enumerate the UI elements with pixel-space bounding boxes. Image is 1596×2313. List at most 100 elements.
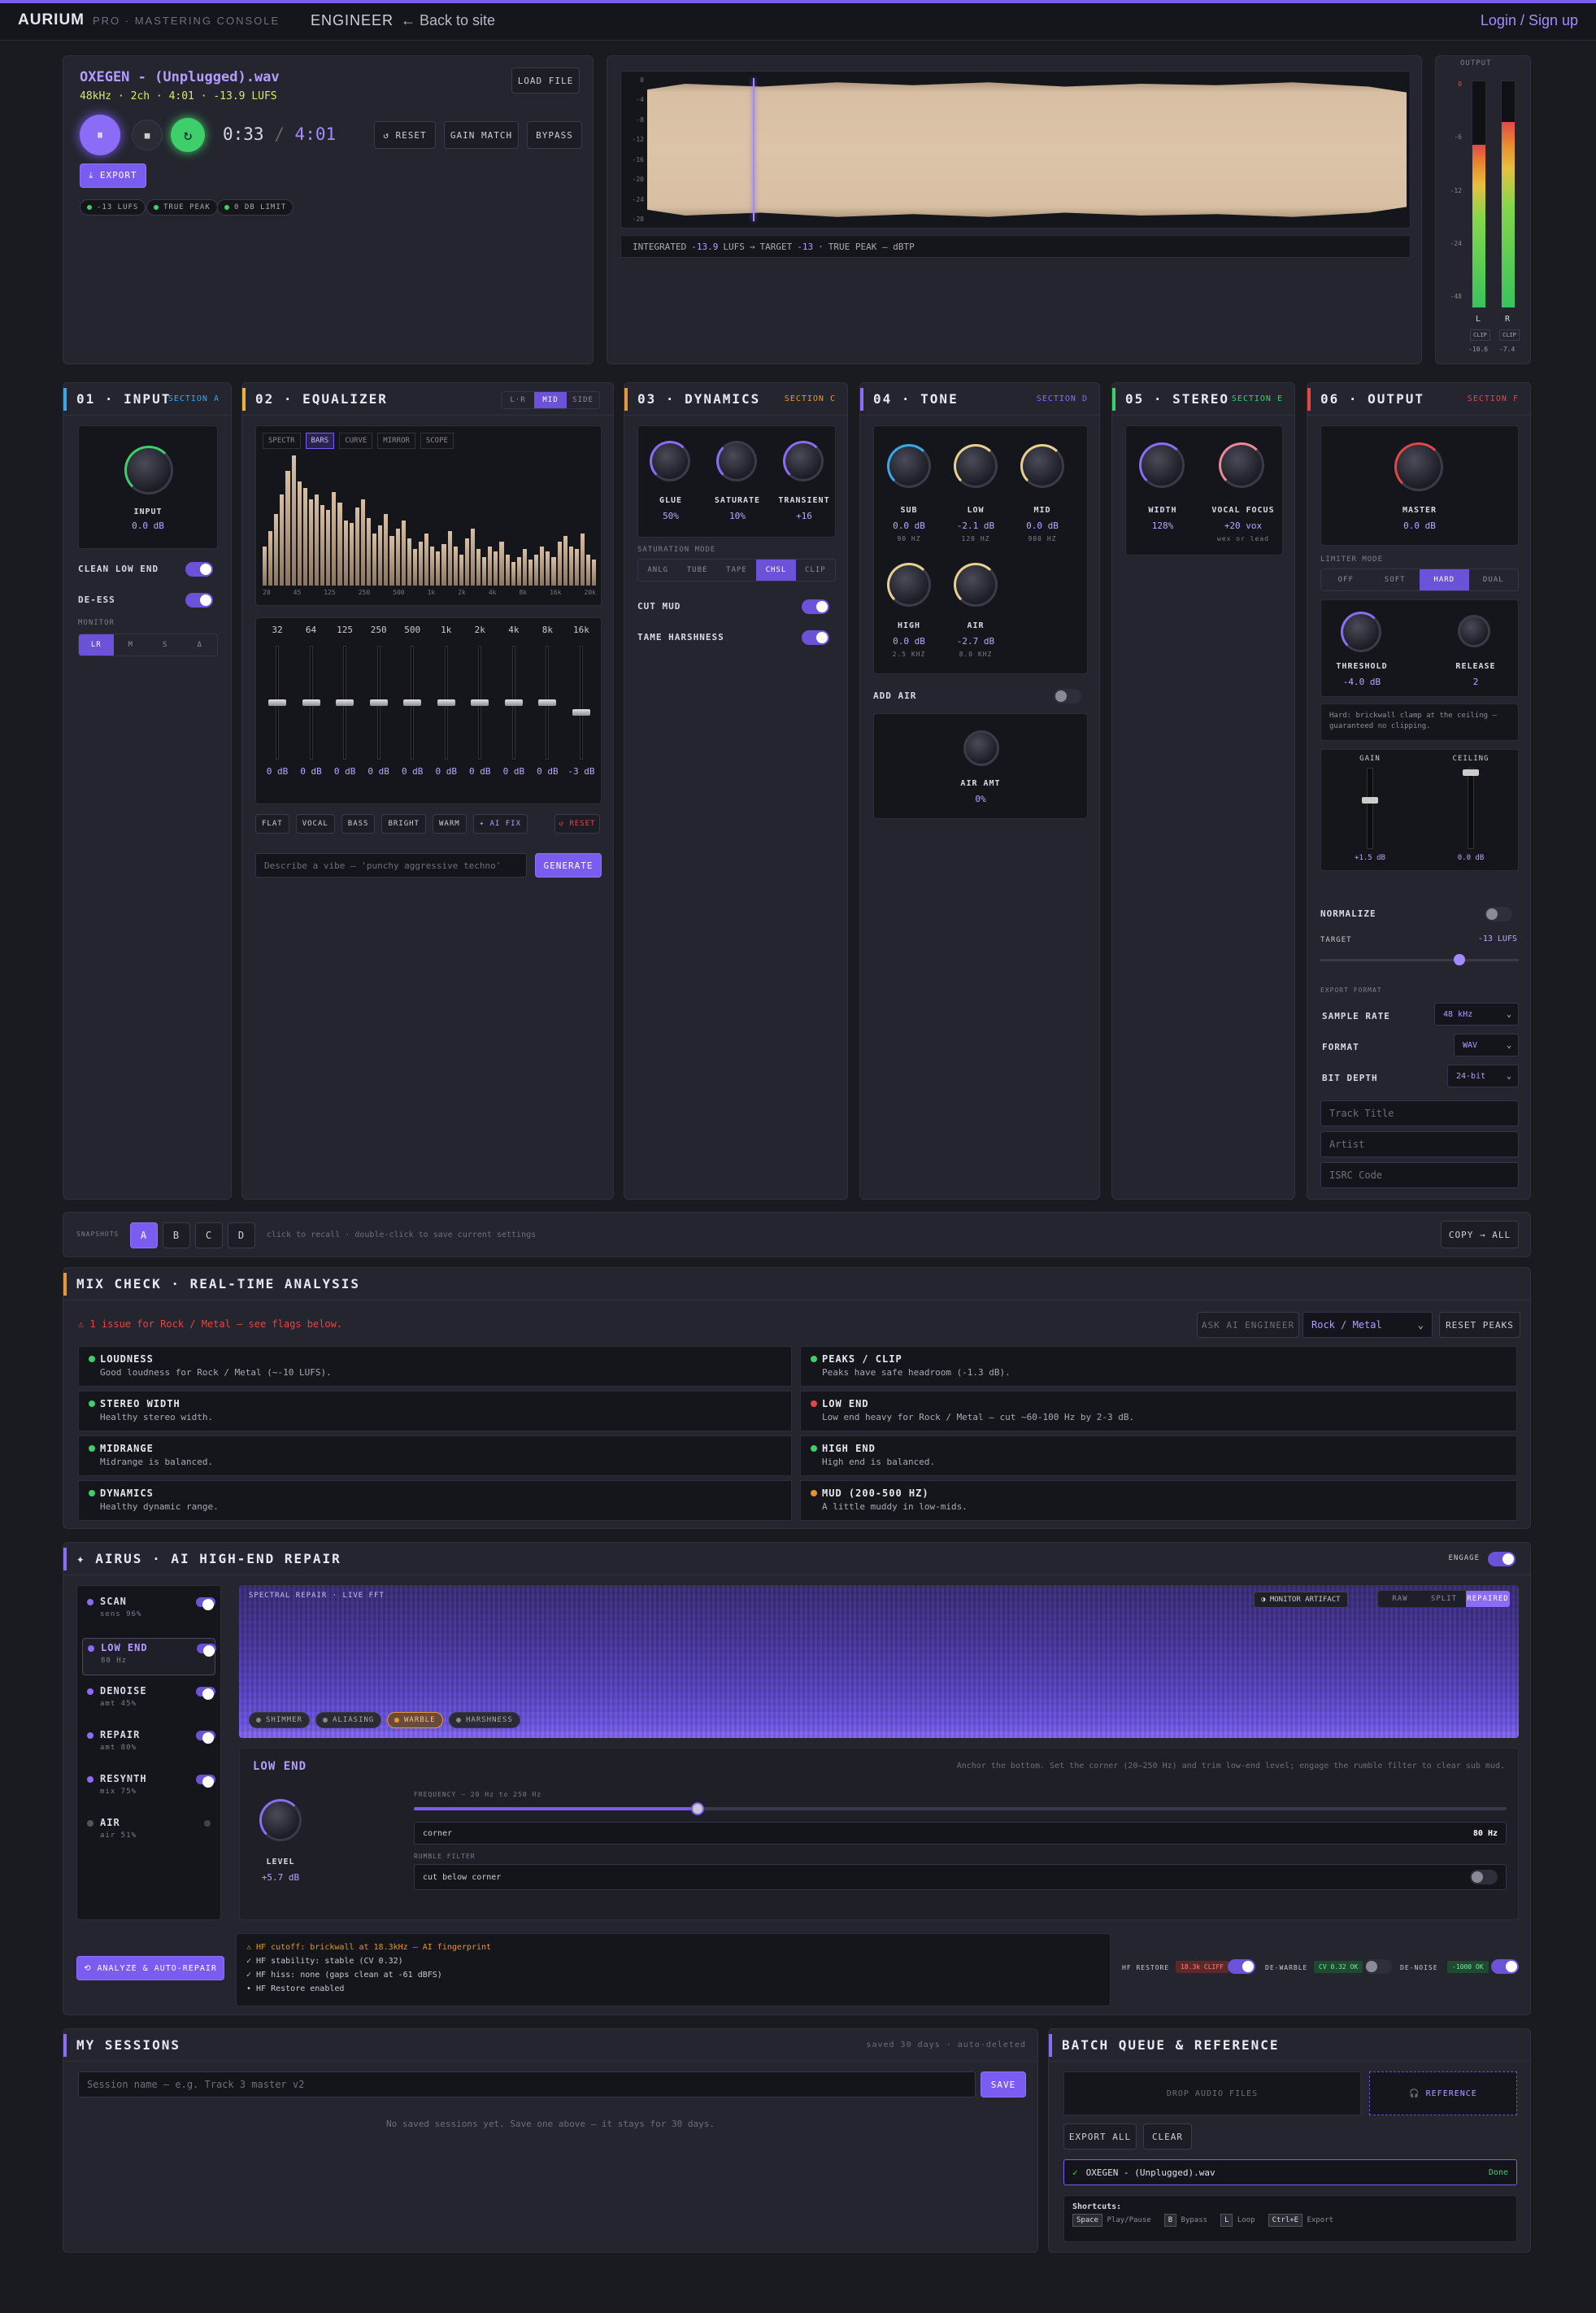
release-knob[interactable] (1458, 615, 1490, 647)
preset-bass[interactable]: BASS (341, 814, 376, 834)
tag-warble[interactable]: WARBLE (387, 1712, 443, 1728)
module-denoise[interactable]: DENOISE amt 45% (82, 1684, 215, 1719)
stop-button[interactable]: ■ (132, 120, 163, 150)
sat-clip[interactable]: CLIP (796, 560, 835, 581)
sat-anlg[interactable]: ANLG (638, 560, 677, 581)
tame-harshness-toggle[interactable] (802, 630, 829, 645)
module-resynth[interactable]: RESYNTH mix 75% (82, 1771, 215, 1807)
play-pause-button[interactable]: ⏸ (80, 115, 120, 155)
glue-knob[interactable] (650, 441, 690, 481)
eq-fader-track[interactable] (579, 646, 583, 760)
eq-fader-handle[interactable] (538, 699, 557, 706)
playhead[interactable] (753, 78, 755, 221)
monitor-s[interactable]: S (148, 634, 183, 656)
target-slider-track[interactable] (1320, 959, 1519, 961)
module-toggle[interactable] (196, 1731, 215, 1744)
waveform-display[interactable]: 0 -4 -8 -12 -16 -20 -24 -28 (620, 71, 1411, 229)
eq-mode-side[interactable]: SIDE (567, 392, 599, 408)
tag-harshness[interactable]: HARSHNESS (449, 1712, 520, 1728)
copy-all-button[interactable]: COPY → ALL (1441, 1221, 1519, 1248)
air-amount-knob[interactable] (963, 730, 999, 766)
back-link[interactable]: ← Back to site (401, 12, 495, 29)
clip-right-button[interactable]: CLIP (1499, 329, 1520, 341)
normalize-toggle[interactable] (1485, 907, 1512, 921)
add-air-toggle[interactable] (1054, 689, 1081, 703)
ceiling-fader-handle[interactable] (1463, 769, 1479, 776)
save-session-button[interactable]: SAVE (981, 2071, 1026, 2097)
module-off-dot[interactable] (204, 1820, 211, 1827)
gain-fader-handle[interactable] (1362, 797, 1378, 804)
ceiling-fader-track[interactable] (1468, 768, 1474, 849)
limiter-dual[interactable]: DUAL (1469, 569, 1519, 590)
export-button[interactable]: ⤓ EXPORT (80, 163, 146, 188)
reset-peaks-button[interactable]: RESET PEAKS (1439, 1312, 1520, 1338)
view-scope[interactable]: SCOPE (420, 433, 454, 449)
sample-rate-select[interactable]: 48 kHz ⌄ (1434, 1003, 1519, 1026)
snapshot-a[interactable]: A (130, 1222, 158, 1248)
saturate-knob[interactable] (716, 441, 757, 481)
drop-zone[interactable]: DROP AUDIO FILES (1063, 2071, 1361, 2115)
export-all-button[interactable]: EXPORT ALL (1063, 2124, 1137, 2150)
eq-fader-handle[interactable] (572, 709, 590, 716)
monitor-m[interactable]: M (114, 634, 149, 656)
bypass-button[interactable]: BYPASS (527, 121, 582, 149)
module-air[interactable]: AIR air 51% (82, 1815, 215, 1851)
eq-fader-handle[interactable] (369, 699, 388, 706)
preset-warm[interactable]: WARM (432, 814, 467, 834)
brand-logo[interactable]: AURIUM (18, 11, 85, 29)
sub-knob[interactable] (887, 444, 931, 488)
input-knob[interactable] (124, 446, 173, 494)
sat-tube[interactable]: TUBE (677, 560, 716, 581)
eq-fader-handle[interactable] (504, 699, 523, 706)
module-scan[interactable]: SCAN sens 96% (82, 1594, 215, 1630)
eq-fader-handle[interactable] (302, 699, 320, 706)
module-toggle[interactable] (196, 1597, 215, 1610)
spectral-display[interactable]: SPECTRAL REPAIR · live FFT ◑ MONITOR ART… (239, 1585, 1519, 1738)
master-knob[interactable] (1394, 442, 1443, 491)
format-select[interactable]: WAV ⌄ (1454, 1034, 1519, 1056)
vibe-input[interactable]: Describe a vibe — 'punchy aggressive tec… (255, 853, 527, 878)
snapshot-d[interactable]: D (228, 1222, 255, 1248)
sat-tape[interactable]: TAPE (717, 560, 756, 581)
threshold-knob[interactable] (1341, 612, 1381, 652)
monitor-lr[interactable]: LR (79, 634, 114, 656)
generate-button[interactable]: GENERATE (535, 853, 602, 878)
preset-bright[interactable]: BRIGHT (381, 814, 426, 834)
eq-mode-lr[interactable]: L·R (502, 392, 534, 408)
monitor-artifact-button[interactable]: ◑ MONITOR ARTIFACT (1254, 1592, 1348, 1608)
cut-mud-toggle[interactable] (802, 599, 829, 614)
bit-depth-select[interactable]: 24-bit ⌄ (1447, 1065, 1519, 1087)
module-repair[interactable]: REPAIR amt 80% (82, 1727, 215, 1763)
view-raw[interactable]: RAW (1378, 1591, 1422, 1607)
view-repaired[interactable]: REPAIRED (1466, 1591, 1510, 1607)
genre-select[interactable]: Rock / Metal ⌄ (1302, 1312, 1433, 1338)
loop-button[interactable]: ↻ (171, 118, 205, 152)
sat-chsl[interactable]: CHSL (756, 560, 796, 581)
de-noise-toggle[interactable] (1491, 1959, 1519, 1974)
view-split[interactable]: SPLIT (1422, 1591, 1466, 1607)
preset-vocal[interactable]: VOCAL (295, 814, 335, 834)
clear-button[interactable]: CLEAR (1143, 2124, 1192, 2150)
eq-mode-mid[interactable]: MID (534, 392, 567, 408)
width-knob[interactable] (1139, 442, 1185, 488)
limiter-hard[interactable]: HARD (1420, 569, 1469, 590)
monitor-delta[interactable]: Δ (183, 634, 218, 656)
module-low-end[interactable]: LOW END 80 Hz (82, 1638, 216, 1675)
de-warble-toggle[interactable] (1364, 1959, 1392, 1974)
snapshot-b[interactable]: B (163, 1222, 190, 1248)
view-bars[interactable]: BARS (305, 433, 335, 449)
air-knob[interactable] (954, 563, 998, 607)
module-toggle[interactable] (196, 1687, 215, 1700)
view-curve[interactable]: CURVE (339, 433, 373, 449)
corner-field[interactable]: corner 80 Hz (414, 1822, 1507, 1845)
snapshot-c[interactable]: C (195, 1222, 223, 1248)
hf-restore-toggle[interactable] (1228, 1959, 1255, 1974)
high-knob[interactable] (887, 563, 931, 607)
rumble-toggle[interactable] (1470, 1870, 1498, 1884)
eq-fader-handle[interactable] (471, 699, 489, 706)
module-toggle[interactable] (196, 1775, 215, 1788)
session-name-input[interactable]: Session name — e.g. Track 3 master v2 (78, 2071, 976, 2097)
artist-input[interactable]: Artist (1320, 1131, 1519, 1157)
vocal-focus-knob[interactable] (1219, 442, 1264, 488)
isrc-input[interactable]: ISRC Code (1320, 1162, 1519, 1188)
